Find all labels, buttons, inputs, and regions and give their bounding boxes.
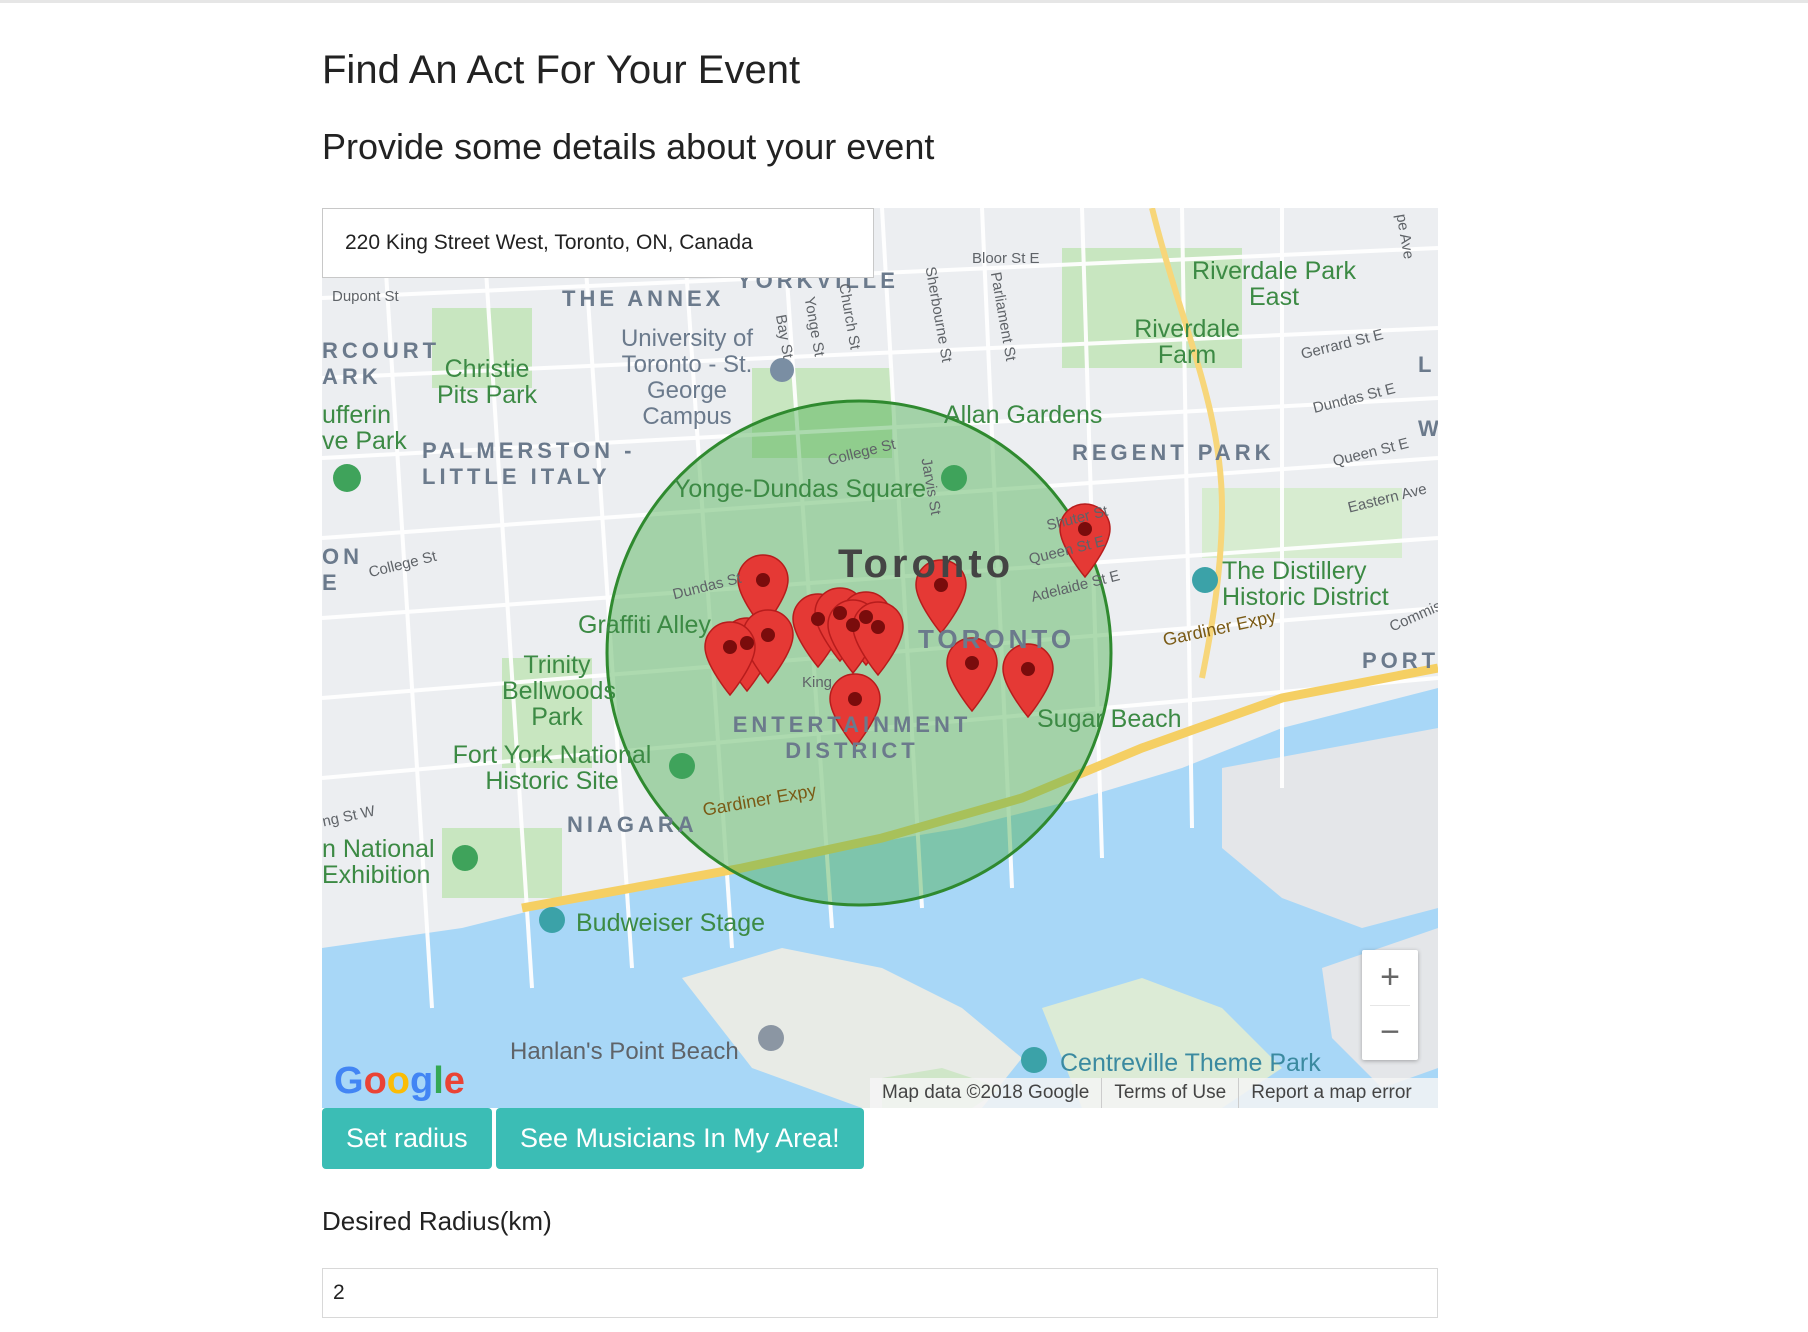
map-label-edge-w: W [1418, 416, 1438, 441]
top-divider [0, 0, 1808, 3]
map-label-the-annex: THE ANNEX [562, 286, 725, 311]
map-view[interactable]: THE ANNEX YORKVILLE Dupont St Bloor St E… [322, 208, 1438, 1108]
map-label-graffiti-alley: Graffiti Alley [578, 611, 711, 639]
map-label-palmerston: PALMERSTON - LITTLE ITALY [422, 438, 636, 489]
map-label-hanlans: Hanlan's Point Beach [510, 1038, 739, 1065]
address-search-input[interactable] [322, 208, 874, 278]
map-label-fort-york: Fort York National Historic Site [452, 741, 652, 795]
map-data-credit: Map data ©2018 Google [882, 1082, 1090, 1103]
map-label-uoft: University of Toronto - St. George Campu… [620, 325, 754, 430]
map-label-rcourt-park: RCOURT ARK [322, 338, 441, 389]
map-label-trinity-bellwoods: Trinity Bellwoods Park [502, 651, 616, 731]
map-label-edge-l: L [1418, 352, 1436, 377]
map-label-old-toronto: TORONTO [918, 624, 1076, 654]
map-label-king: King [802, 674, 833, 691]
map-label-riverdale-farm: Riverdale Farm [1134, 315, 1240, 369]
map-label-port: PORT [1362, 648, 1438, 673]
map-label-dufferin: ufferin ve Park [322, 401, 407, 455]
map-label-distillery: The Distillery Historic District [1222, 557, 1389, 611]
map-label-niagara: NIAGARA [567, 812, 698, 837]
map-label-dupont: Dupont St [332, 288, 399, 305]
terms-of-use-link[interactable]: Terms of Use [1101, 1078, 1238, 1108]
map-label-sugar-beach: Sugar Beach [1037, 705, 1182, 733]
page-title: Find An Act For Your Event [322, 48, 801, 92]
report-map-error-link[interactable]: Report a map error [1238, 1078, 1424, 1108]
map-label-entertainment-district: ENTERTAINMENT DISTRICT [732, 712, 972, 763]
set-radius-button[interactable]: Set radius [322, 1108, 492, 1169]
map-label-regent-park: REGENT PARK [1072, 440, 1275, 465]
map-label-on-e: ON E [322, 544, 363, 595]
map-label-budweiser-stage: Budweiser Stage [576, 909, 766, 937]
page-subtitle: Provide some details about your event [322, 126, 935, 167]
map-label-bloor: Bloor St E [972, 250, 1040, 267]
zoom-out-button[interactable]: − [1362, 1005, 1418, 1060]
see-musicians-button[interactable]: See Musicians In My Area! [496, 1108, 864, 1169]
map-label-toronto: Toronto [838, 542, 1015, 586]
zoom-in-button[interactable]: + [1362, 950, 1418, 1005]
zoom-separator [1370, 1005, 1410, 1006]
map-attribution: Map data ©2018 Google Terms of Use Repor… [870, 1078, 1438, 1108]
map-label-cne: n National Exhibition [322, 835, 435, 889]
radius-label: Desired Radius(km) [322, 1206, 552, 1236]
map-label-yonge-dundas-square: Yonge-Dundas Square [674, 475, 927, 503]
map-label-riverdale-park-east: Riverdale Park East [1192, 257, 1356, 311]
map-label-allan-gardens: Allan Gardens [944, 401, 1103, 429]
map-label-centreville: Centreville Theme Park [1060, 1049, 1321, 1077]
zoom-control: + − [1362, 950, 1418, 1060]
google-logo: Google [334, 1060, 465, 1102]
map-base-layer [322, 208, 1438, 1108]
map-label-christie-pits: Christie Pits Park [436, 355, 538, 409]
radius-input[interactable] [322, 1268, 1438, 1318]
